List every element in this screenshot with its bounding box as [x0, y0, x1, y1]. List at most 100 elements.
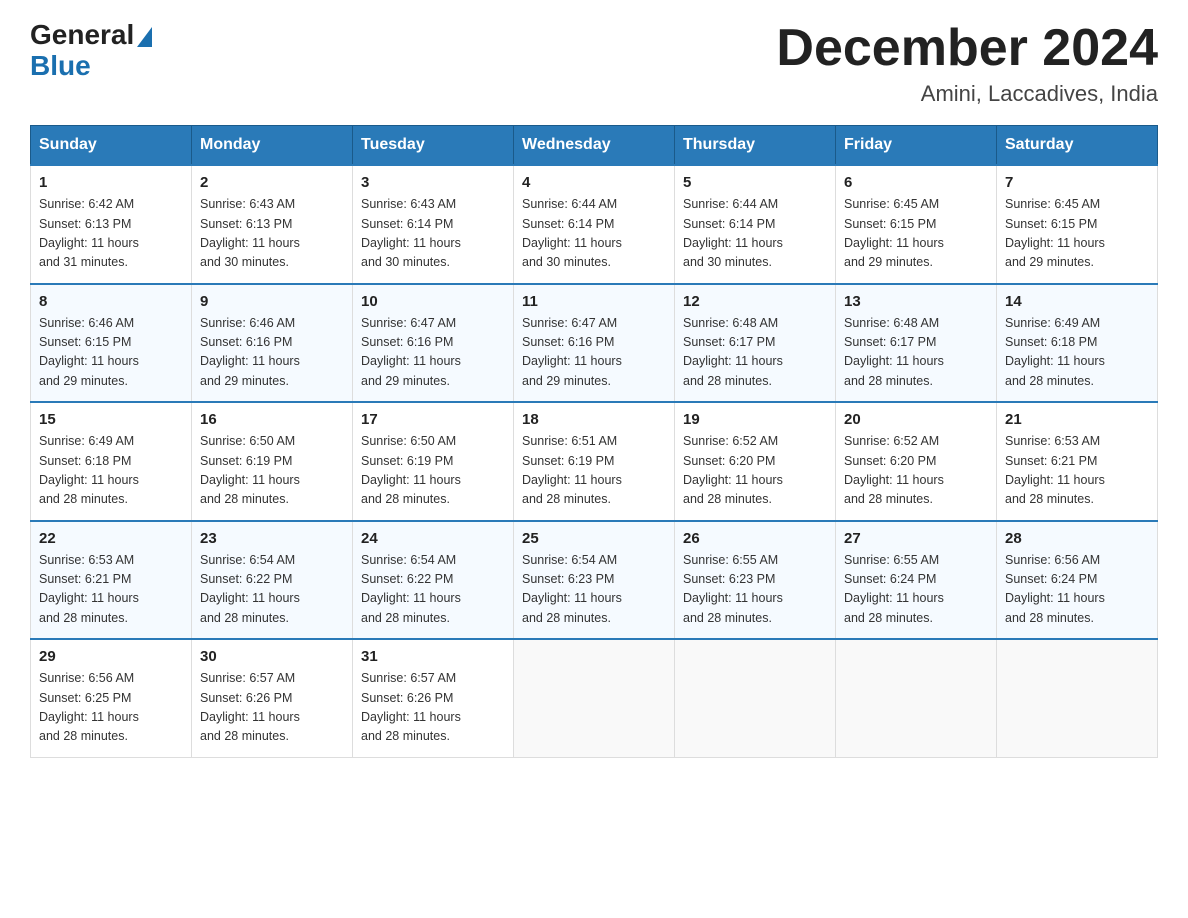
day-info: Sunrise: 6:47 AMSunset: 6:16 PMDaylight:…: [522, 314, 666, 392]
col-monday: Monday: [192, 126, 353, 166]
table-row: 16 Sunrise: 6:50 AMSunset: 6:19 PMDayligh…: [192, 402, 353, 521]
day-number: 24: [361, 530, 505, 547]
day-number: 9: [200, 293, 344, 310]
day-info: Sunrise: 6:47 AMSunset: 6:16 PMDaylight:…: [361, 314, 505, 392]
header: General Blue December 2024 Amini, Laccad…: [30, 20, 1158, 107]
col-wednesday: Wednesday: [514, 126, 675, 166]
day-number: 13: [844, 293, 988, 310]
day-info: Sunrise: 6:50 AMSunset: 6:19 PMDaylight:…: [200, 432, 344, 510]
table-row: [514, 639, 675, 757]
day-info: Sunrise: 6:44 AMSunset: 6:14 PMDaylight:…: [522, 195, 666, 273]
table-row: 15 Sunrise: 6:49 AMSunset: 6:18 PMDayligh…: [31, 402, 192, 521]
day-info: Sunrise: 6:49 AMSunset: 6:18 PMDaylight:…: [39, 432, 183, 510]
day-info: Sunrise: 6:43 AMSunset: 6:14 PMDaylight:…: [361, 195, 505, 273]
day-info: Sunrise: 6:44 AMSunset: 6:14 PMDaylight:…: [683, 195, 827, 273]
day-info: Sunrise: 6:54 AMSunset: 6:22 PMDaylight:…: [361, 551, 505, 629]
day-number: 11: [522, 293, 666, 310]
day-info: Sunrise: 6:50 AMSunset: 6:19 PMDaylight:…: [361, 432, 505, 510]
table-row: 18 Sunrise: 6:51 AMSunset: 6:19 PMDayligh…: [514, 402, 675, 521]
day-number: 30: [200, 648, 344, 665]
calendar-week-row: 8Sunrise: 6:46 AMSunset: 6:15 PMDaylight…: [31, 284, 1158, 403]
calendar-table: Sunday Monday Tuesday Wednesday Thursday…: [30, 125, 1158, 758]
calendar-week-row: 1 Sunrise: 6:42 AMSunset: 6:13 PMDaylight…: [31, 165, 1158, 284]
day-info: Sunrise: 6:57 AMSunset: 6:26 PMDaylight:…: [200, 669, 344, 747]
logo-text: General: [30, 20, 152, 51]
day-info: Sunrise: 6:45 AMSunset: 6:15 PMDaylight:…: [844, 195, 988, 273]
day-number: 12: [683, 293, 827, 310]
table-row: 20 Sunrise: 6:52 AMSunset: 6:20 PMDayligh…: [836, 402, 997, 521]
table-row: 5 Sunrise: 6:44 AMSunset: 6:14 PMDaylight…: [675, 165, 836, 284]
day-info: Sunrise: 6:51 AMSunset: 6:19 PMDaylight:…: [522, 432, 666, 510]
col-tuesday: Tuesday: [353, 126, 514, 166]
table-row: 10 Sunrise: 6:47 AMSunset: 6:16 PMDayligh…: [353, 284, 514, 403]
table-row: 25Sunrise: 6:54 AMSunset: 6:23 PMDayligh…: [514, 521, 675, 640]
page-subtitle: Amini, Laccadives, India: [776, 81, 1158, 107]
table-row: 4 Sunrise: 6:44 AMSunset: 6:14 PMDaylight…: [514, 165, 675, 284]
logo-blue: Blue: [30, 51, 91, 82]
day-number: 15: [39, 411, 183, 428]
day-number: 1: [39, 174, 183, 191]
table-row: [675, 639, 836, 757]
day-number: 20: [844, 411, 988, 428]
day-number: 7: [1005, 174, 1149, 191]
title-area: December 2024 Amini, Laccadives, India: [776, 20, 1158, 107]
table-row: 9 Sunrise: 6:46 AMSunset: 6:16 PMDaylight…: [192, 284, 353, 403]
col-friday: Friday: [836, 126, 997, 166]
day-number: 19: [683, 411, 827, 428]
table-row: 14Sunrise: 6:49 AMSunset: 6:18 PMDayligh…: [997, 284, 1158, 403]
day-info: Sunrise: 6:48 AMSunset: 6:17 PMDaylight:…: [844, 314, 988, 392]
day-number: 6: [844, 174, 988, 191]
col-thursday: Thursday: [675, 126, 836, 166]
table-row: [997, 639, 1158, 757]
day-number: 5: [683, 174, 827, 191]
col-saturday: Saturday: [997, 126, 1158, 166]
day-number: 16: [200, 411, 344, 428]
day-number: 26: [683, 530, 827, 547]
table-row: 2 Sunrise: 6:43 AMSunset: 6:13 PMDaylight…: [192, 165, 353, 284]
table-row: 19Sunrise: 6:52 AMSunset: 6:20 PMDayligh…: [675, 402, 836, 521]
day-info: Sunrise: 6:54 AMSunset: 6:22 PMDaylight:…: [200, 551, 344, 629]
day-number: 8: [39, 293, 183, 310]
calendar-week-row: 22 Sunrise: 6:53 AMSunset: 6:21 PMDayligh…: [31, 521, 1158, 640]
day-number: 29: [39, 648, 183, 665]
table-row: 11 Sunrise: 6:47 AMSunset: 6:16 PMDayligh…: [514, 284, 675, 403]
day-info: Sunrise: 6:53 AMSunset: 6:21 PMDaylight:…: [39, 551, 183, 629]
day-info: Sunrise: 6:43 AMSunset: 6:13 PMDaylight:…: [200, 195, 344, 273]
table-row: 24 Sunrise: 6:54 AMSunset: 6:22 PMDayligh…: [353, 521, 514, 640]
table-row: 7 Sunrise: 6:45 AMSunset: 6:15 PMDaylight…: [997, 165, 1158, 284]
table-row: 17 Sunrise: 6:50 AMSunset: 6:19 PMDayligh…: [353, 402, 514, 521]
day-info: Sunrise: 6:56 AMSunset: 6:25 PMDaylight:…: [39, 669, 183, 747]
day-number: 28: [1005, 530, 1149, 547]
col-sunday: Sunday: [31, 126, 192, 166]
day-number: 18: [522, 411, 666, 428]
day-number: 10: [361, 293, 505, 310]
logo-area: General Blue: [30, 20, 152, 82]
day-info: Sunrise: 6:53 AMSunset: 6:21 PMDaylight:…: [1005, 432, 1149, 510]
day-info: Sunrise: 6:54 AMSunset: 6:23 PMDaylight:…: [522, 551, 666, 629]
day-info: Sunrise: 6:55 AMSunset: 6:24 PMDaylight:…: [844, 551, 988, 629]
day-info: Sunrise: 6:42 AMSunset: 6:13 PMDaylight:…: [39, 195, 183, 273]
day-number: 22: [39, 530, 183, 547]
day-info: Sunrise: 6:49 AMSunset: 6:18 PMDaylight:…: [1005, 314, 1149, 392]
day-number: 31: [361, 648, 505, 665]
day-info: Sunrise: 6:46 AMSunset: 6:16 PMDaylight:…: [200, 314, 344, 392]
day-number: 27: [844, 530, 988, 547]
calendar-week-row: 29 Sunrise: 6:56 AMSunset: 6:25 PMDayligh…: [31, 639, 1158, 757]
table-row: 31 Sunrise: 6:57 AMSunset: 6:26 PMDayligh…: [353, 639, 514, 757]
day-info: Sunrise: 6:48 AMSunset: 6:17 PMDaylight:…: [683, 314, 827, 392]
table-row: 22 Sunrise: 6:53 AMSunset: 6:21 PMDayligh…: [31, 521, 192, 640]
day-number: 4: [522, 174, 666, 191]
day-number: 21: [1005, 411, 1149, 428]
table-row: 3Sunrise: 6:43 AMSunset: 6:14 PMDaylight…: [353, 165, 514, 284]
table-row: 28Sunrise: 6:56 AMSunset: 6:24 PMDayligh…: [997, 521, 1158, 640]
page-title: December 2024: [776, 20, 1158, 77]
day-info: Sunrise: 6:52 AMSunset: 6:20 PMDaylight:…: [844, 432, 988, 510]
table-row: [836, 639, 997, 757]
day-info: Sunrise: 6:55 AMSunset: 6:23 PMDaylight:…: [683, 551, 827, 629]
day-number: 2: [200, 174, 344, 191]
table-row: 27 Sunrise: 6:55 AMSunset: 6:24 PMDayligh…: [836, 521, 997, 640]
day-info: Sunrise: 6:57 AMSunset: 6:26 PMDaylight:…: [361, 669, 505, 747]
table-row: 8Sunrise: 6:46 AMSunset: 6:15 PMDaylight…: [31, 284, 192, 403]
day-info: Sunrise: 6:45 AMSunset: 6:15 PMDaylight:…: [1005, 195, 1149, 273]
day-number: 17: [361, 411, 505, 428]
